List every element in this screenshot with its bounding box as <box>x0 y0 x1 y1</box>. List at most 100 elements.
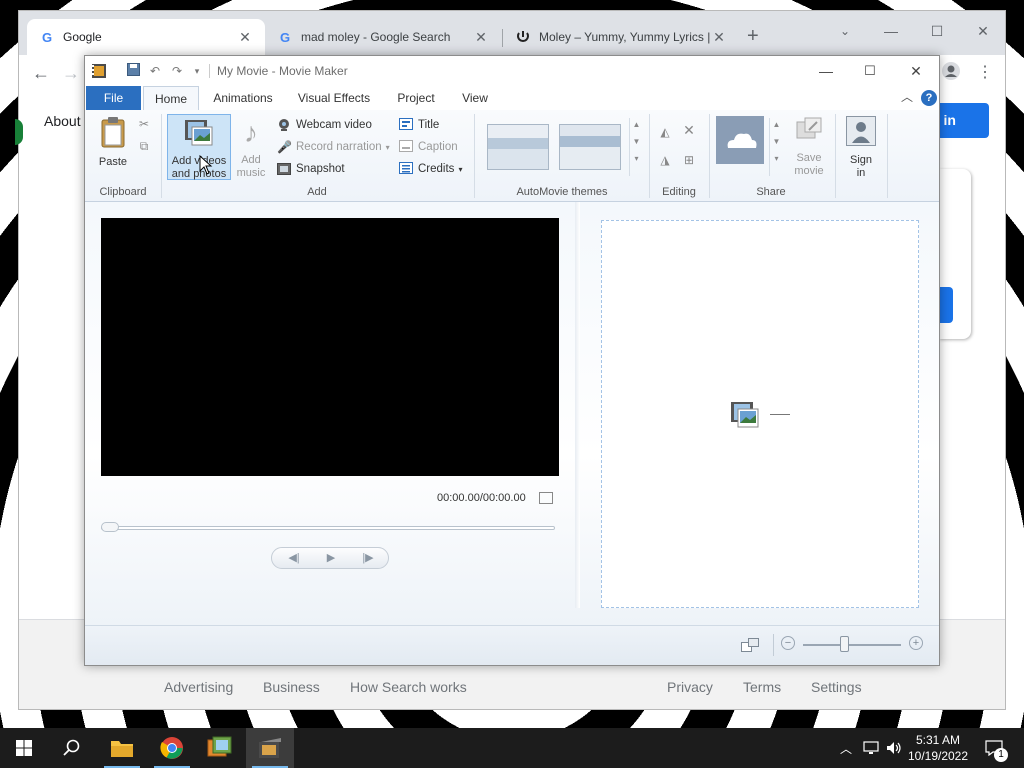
file-explorer-taskbar-button[interactable] <box>98 728 146 768</box>
rotate-left-icon[interactable]: ◭ <box>657 124 673 140</box>
scroll-up-icon[interactable]: ▲ <box>630 120 643 129</box>
share-group-label: Share <box>756 186 786 198</box>
caption-button[interactable]: Caption <box>399 138 458 156</box>
volume-icon[interactable] <box>884 728 904 768</box>
google-card-button[interactable] <box>939 287 953 323</box>
tab-visual-effects[interactable]: Visual Effects <box>291 86 377 110</box>
tab-strip: G Google ✕ G mad moley - Google Search ✕… <box>19 11 1005 55</box>
fullscreen-preview-icon[interactable] <box>539 492 553 504</box>
back-arrow-icon[interactable]: ← <box>29 61 53 85</box>
notification-center-button[interactable]: 1 <box>980 728 1008 768</box>
previous-frame-icon[interactable]: ◀| <box>276 551 312 564</box>
mm-minimize-button[interactable]: — <box>803 58 849 84</box>
start-button[interactable] <box>0 728 48 768</box>
sign-in-button[interactable]: Sign in <box>841 116 881 179</box>
undo-icon[interactable]: ↶ <box>147 63 163 79</box>
playback-controls: ◀| ▶ |▶ <box>271 547 389 569</box>
zoom-out-icon[interactable]: − <box>781 636 795 650</box>
editor-area: 00:00.00/00:00.00 ◀| ▶ |▶ <box>85 202 939 625</box>
redo-icon[interactable]: ↷ <box>169 63 185 79</box>
video-preview-monitor[interactable] <box>101 218 559 476</box>
footer-privacy-link[interactable]: Privacy <box>667 679 713 695</box>
network-icon[interactable] <box>860 728 882 768</box>
add-music-button[interactable]: ♪ Add music <box>233 116 269 179</box>
webcam-video-button[interactable]: Webcam video <box>277 116 372 134</box>
movie-maker-app-icon[interactable] <box>91 63 107 79</box>
snapshot-button[interactable]: Snapshot <box>277 160 345 178</box>
save-quick-icon[interactable] <box>125 63 141 79</box>
tab-google[interactable]: G Google ✕ <box>27 19 265 55</box>
close-button[interactable]: ✕ <box>960 17 1006 45</box>
collapse-ribbon-chevron-icon[interactable]: ︿ <box>901 88 913 105</box>
zoom-in-icon[interactable]: + <box>909 636 923 650</box>
editing-group-label: Editing <box>662 186 696 198</box>
add-media-placeholder-icon[interactable] <box>730 401 760 429</box>
share-onedrive-button[interactable] <box>715 116 765 176</box>
share-gallery-scroll[interactable]: ▲ ▼ ▾ <box>769 118 783 176</box>
mm-maximize-button[interactable]: ☐ <box>847 58 893 84</box>
taskbar-clock[interactable]: 5:31 AM 10/19/2022 <box>906 732 970 764</box>
mm-close-button[interactable]: ✕ <box>893 58 939 84</box>
footer-business-link[interactable]: Business <box>263 679 320 695</box>
snapshot-icon <box>277 162 291 176</box>
record-narration-button[interactable]: 🎤 Record narration ▾ <box>277 138 390 156</box>
gallery-expand-icon[interactable]: ▾ <box>630 154 643 163</box>
search-button[interactable] <box>48 728 96 768</box>
customize-qat-icon[interactable]: ▾ <box>189 63 205 79</box>
maximize-button[interactable]: ☐ <box>914 17 960 45</box>
scroll-down-icon[interactable]: ▼ <box>630 137 643 146</box>
tab-search-chevron-icon[interactable]: ⌄ <box>822 17 868 45</box>
new-tab-button[interactable]: + <box>747 25 759 48</box>
automovie-theme-1[interactable] <box>487 124 549 170</box>
rotate-right-icon[interactable]: ◮ <box>657 152 673 168</box>
select-all-icon[interactable]: ⊞ <box>681 152 697 168</box>
minimize-button[interactable]: — <box>868 17 914 45</box>
save-movie-icon <box>789 116 829 148</box>
tab-animations[interactable]: Animations <box>207 86 279 110</box>
movie-maker-taskbar-button[interactable] <box>246 728 294 768</box>
footer-terms-link[interactable]: Terms <box>743 679 781 695</box>
movie-maker-window: ↶ ↷ ▾ My Movie - Movie Maker — ☐ ✕ File … <box>84 55 940 666</box>
title-button[interactable]: Title <box>399 116 439 134</box>
tab-file[interactable]: File <box>86 86 141 110</box>
google-about-link[interactable]: About <box>44 113 81 129</box>
help-icon[interactable]: ? <box>921 90 937 106</box>
tab-view[interactable]: View <box>453 86 497 110</box>
zoom-slider-track[interactable] <box>803 644 901 646</box>
footer-how-search-works-link[interactable]: How Search works <box>350 679 467 695</box>
tab-close-icon[interactable]: ✕ <box>473 29 489 46</box>
tab-close-icon[interactable]: ✕ <box>237 29 253 46</box>
pane-splitter[interactable] <box>575 202 580 608</box>
remove-icon[interactable]: ✕ <box>681 122 697 138</box>
tab-mad-moley-search[interactable]: G mad moley - Google Search ✕ <box>265 19 501 55</box>
chrome-taskbar-button[interactable] <box>148 728 196 768</box>
chrome-menu-kebab-icon[interactable]: ⋮ <box>973 61 997 85</box>
seek-thumb[interactable] <box>101 522 119 532</box>
tab-close-icon[interactable]: ✕ <box>711 29 727 46</box>
paste-button[interactable]: Paste <box>93 116 133 170</box>
copy-icon[interactable]: ⧉ <box>136 138 152 154</box>
credits-button[interactable]: Credits ▾ <box>399 160 462 178</box>
cut-scissors-icon[interactable]: ✂ <box>136 116 152 132</box>
tab-home[interactable]: Home <box>143 86 199 111</box>
footer-settings-link[interactable]: Settings <box>811 679 862 695</box>
themes-gallery-scroll[interactable]: ▲ ▼ ▾ <box>629 118 643 176</box>
footer-advertising-link[interactable]: Advertising <box>164 679 233 695</box>
mouse-cursor-icon <box>199 154 213 175</box>
title-separator <box>209 64 210 78</box>
thumbnail-size-icon[interactable] <box>741 638 759 652</box>
save-movie-button[interactable]: Save movie <box>789 116 829 177</box>
forward-arrow-icon[interactable]: → <box>59 61 83 85</box>
tab-project[interactable]: Project <box>389 86 443 110</box>
tab-moley-lyrics[interactable]: Moley – Yummy, Yummy Lyrics | ✕ <box>503 19 739 55</box>
show-hidden-icons-chevron-icon[interactable]: ︿ <box>836 728 856 768</box>
seek-bar[interactable] <box>101 526 555 530</box>
profile-avatar-icon[interactable] <box>939 61 963 85</box>
next-frame-icon[interactable]: |▶ <box>350 551 386 564</box>
zoom-slider-thumb[interactable] <box>840 636 849 652</box>
play-icon[interactable]: ▶ <box>313 551 349 564</box>
automovie-theme-2[interactable] <box>559 124 621 170</box>
storyboard-pane[interactable] <box>601 220 919 608</box>
webcam-icon <box>277 118 291 132</box>
photo-gallery-taskbar-button[interactable] <box>196 728 244 768</box>
